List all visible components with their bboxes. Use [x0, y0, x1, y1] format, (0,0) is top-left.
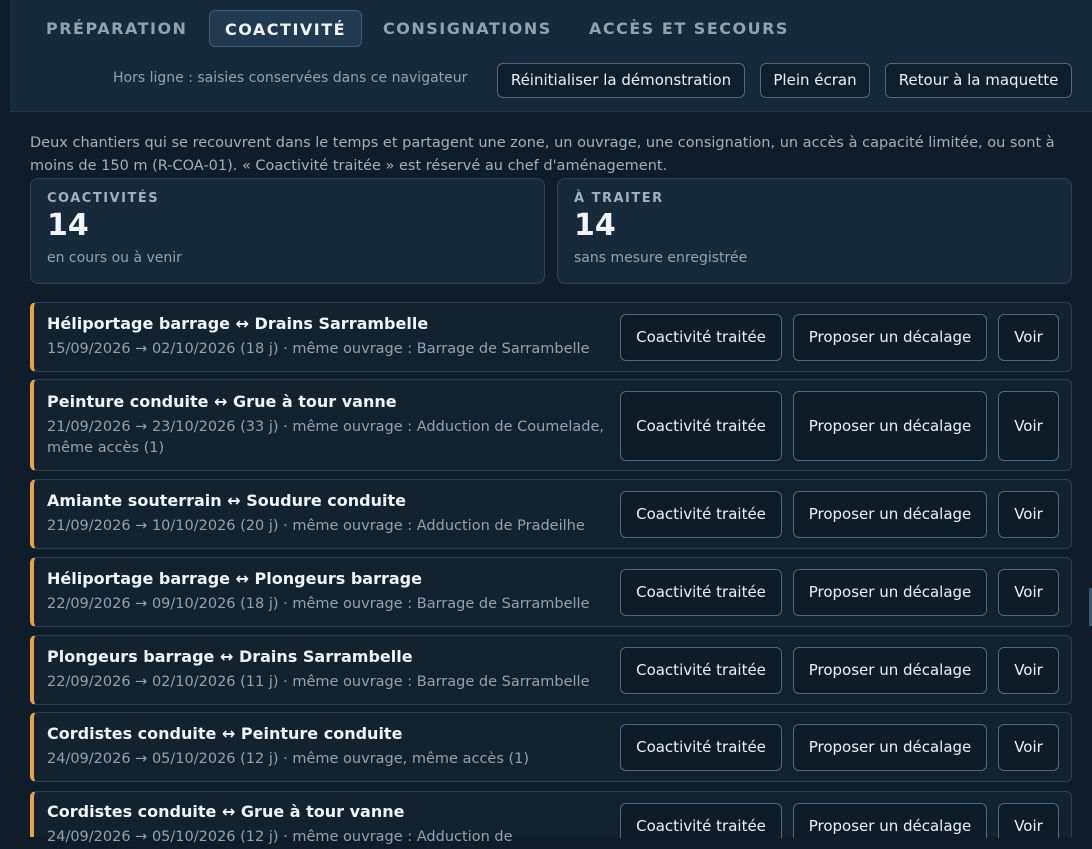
- propose-shift-button[interactable]: Proposer un décalage: [793, 491, 987, 538]
- view-button[interactable]: Voir: [998, 724, 1059, 771]
- coactivity-title: Cordistes conduite ↔ Grue à tour vanne: [47, 802, 405, 821]
- coactivity-meta: 15/09/2026 → 02/10/2026 (18 j) · même ou…: [47, 341, 590, 357]
- coactivity-title: Cordistes conduite ↔ Peinture conduite: [47, 724, 403, 743]
- coactivity-row: Héliportage barrage ↔ Plongeurs barrage …: [30, 557, 1072, 627]
- stat-sub: sans mesure enregistrée: [574, 250, 748, 266]
- coactivity-meta: 24/09/2026 → 05/10/2026 (12 j) · même ou…: [47, 829, 513, 845]
- view-button[interactable]: Voir: [998, 314, 1059, 361]
- coactivity-meta: 22/09/2026 → 02/10/2026 (11 j) · même ou…: [47, 674, 590, 690]
- mark-treated-button[interactable]: Coactivité traitée: [620, 569, 782, 616]
- tab-coactivite[interactable]: COACTIVITÉ: [209, 10, 362, 47]
- stat-card-a-traiter: À TRAITER 14 sans mesure enregistrée: [557, 178, 1072, 284]
- propose-shift-button[interactable]: Proposer un décalage: [793, 803, 987, 838]
- coactivity-row: Cordistes conduite ↔ Grue à tour vanne 2…: [30, 791, 1072, 845]
- stat-card-coactivites: COACTIVITÉS 14 en cours ou à venir: [30, 178, 545, 284]
- coactivity-title: Plongeurs barrage ↔ Drains Sarrambelle: [47, 647, 413, 666]
- view-button[interactable]: Voir: [998, 491, 1059, 538]
- mark-treated-button[interactable]: Coactivité traitée: [620, 491, 782, 538]
- stat-label: COACTIVITÉS: [47, 191, 160, 206]
- stat-value: 14: [47, 208, 89, 243]
- coactivity-title: Héliportage barrage ↔ Drains Sarrambelle: [47, 314, 429, 333]
- top-bar: PRÉPARATION COACTIVITÉ CONSIGNATIONS ACC…: [10, 0, 1092, 112]
- view-button[interactable]: Voir: [998, 647, 1059, 694]
- intro-text: Deux chantiers qui se recouvrent dans le…: [30, 135, 1055, 174]
- coactivity-row: Plongeurs barrage ↔ Drains Sarrambelle 2…: [30, 635, 1072, 705]
- offline-note: Hors ligne : saisies conservées dans ce …: [113, 70, 468, 86]
- mark-treated-button[interactable]: Coactivité traitée: [620, 724, 782, 771]
- tab-preparation[interactable]: PRÉPARATION: [46, 10, 187, 47]
- propose-shift-button[interactable]: Proposer un décalage: [793, 724, 987, 771]
- coactivity-meta: 21/09/2026 → 10/10/2026 (20 j) · même ou…: [47, 518, 585, 534]
- view-button[interactable]: Voir: [998, 391, 1059, 461]
- coactivity-row: Amiante souterrain ↔ Soudure conduite 21…: [30, 479, 1072, 549]
- mark-treated-button[interactable]: Coactivité traitée: [620, 314, 782, 361]
- tab-acces-et-secours[interactable]: ACCÈS ET SECOURS: [589, 10, 789, 47]
- coactivity-row: Peinture conduite ↔ Grue à tour vanne 21…: [30, 379, 1072, 471]
- coactivity-meta: 24/09/2026 → 05/10/2026 (12 j) · même ou…: [47, 751, 530, 767]
- coactivity-title: Peinture conduite ↔ Grue à tour vanne: [47, 392, 397, 411]
- propose-shift-button[interactable]: Proposer un décalage: [793, 569, 987, 616]
- propose-shift-button[interactable]: Proposer un décalage: [793, 314, 987, 361]
- propose-shift-button[interactable]: Proposer un décalage: [793, 647, 987, 694]
- mark-treated-button[interactable]: Coactivité traitée: [620, 391, 782, 461]
- mark-treated-button[interactable]: Coactivité traitée: [620, 647, 782, 694]
- tab-consignations[interactable]: CONSIGNATIONS: [383, 10, 552, 47]
- coactivity-title: Héliportage barrage ↔ Plongeurs barrage: [47, 569, 422, 588]
- coactivity-row: Héliportage barrage ↔ Drains Sarrambelle…: [30, 302, 1072, 372]
- view-button[interactable]: Voir: [998, 803, 1059, 838]
- stat-value: 14: [574, 208, 616, 243]
- reset-demo-button[interactable]: Réinitialiser la démonstration: [497, 63, 745, 98]
- stat-sub: en cours ou à venir: [47, 250, 182, 266]
- coactivity-meta: 22/09/2026 → 09/10/2026 (18 j) · même ou…: [47, 596, 590, 612]
- coactivity-row: Cordistes conduite ↔ Peinture conduite 2…: [30, 712, 1072, 782]
- mark-treated-button[interactable]: Coactivité traitée: [620, 803, 782, 838]
- coactivity-title: Amiante souterrain ↔ Soudure conduite: [47, 491, 406, 510]
- stat-label: À TRAITER: [574, 191, 664, 206]
- coactivity-meta: 21/09/2026 → 23/10/2026 (33 j) · même ou…: [47, 419, 605, 456]
- propose-shift-button[interactable]: Proposer un décalage: [793, 391, 987, 461]
- fullscreen-button[interactable]: Plein écran: [760, 63, 870, 98]
- back-to-mockup-button[interactable]: Retour à la maquette: [885, 63, 1072, 98]
- view-button[interactable]: Voir: [998, 569, 1059, 616]
